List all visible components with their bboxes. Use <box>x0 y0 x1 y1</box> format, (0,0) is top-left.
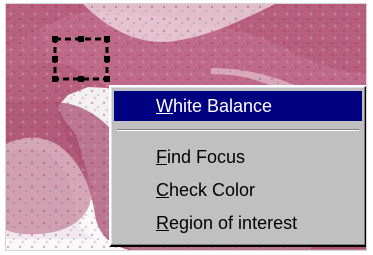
menu-item-mnemonic: W <box>156 96 173 116</box>
menu-item-mnemonic: F <box>156 147 167 167</box>
menu-item-check-color[interactable]: Check Color <box>114 175 362 205</box>
menu-item-label: egion of interest <box>169 213 298 233</box>
menu-item-label: ind Focus <box>167 147 246 167</box>
menu-item-white-balance[interactable]: White Balance <box>114 91 362 121</box>
menu-item-mnemonic: R <box>156 213 169 233</box>
menu-item-find-focus[interactable]: Find Focus <box>114 142 362 172</box>
menu-separator <box>117 129 359 131</box>
menu-item-region-of-interest[interactable]: Region of interest <box>114 208 362 238</box>
screenshot-frame: White Balance Find Focus Check Color Reg… <box>0 0 373 255</box>
context-menu: White Balance Find Focus Check Color Reg… <box>109 85 366 247</box>
menu-item-label: heck Color <box>169 180 256 200</box>
region-selector-box[interactable] <box>52 36 111 83</box>
menu-item-label: hite Balance <box>173 96 273 116</box>
dashed-rectangle-icon <box>52 36 110 82</box>
microscope-image-viewport[interactable]: White Balance Find Focus Check Color Reg… <box>6 4 366 250</box>
menu-item-mnemonic: C <box>156 180 169 200</box>
